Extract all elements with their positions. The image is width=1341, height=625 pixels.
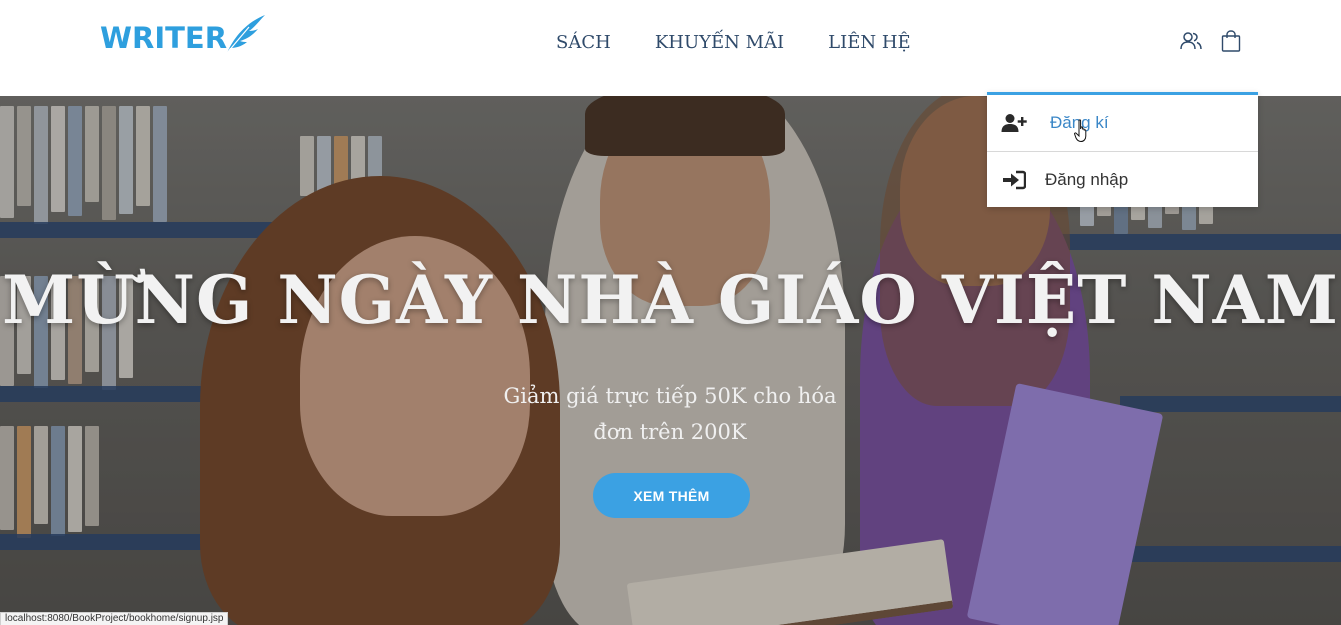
nav-item-books[interactable]: SÁCH: [556, 32, 611, 53]
user-plus-icon: [1001, 112, 1027, 134]
logo-text: WRITER: [100, 21, 228, 55]
shopping-bag-icon[interactable]: [1218, 28, 1244, 54]
browser-status-bar: localhost:8080/BookProject/bookhome/sign…: [0, 612, 229, 625]
dropdown-item-label: Đăng nhập: [1045, 169, 1129, 189]
header-actions: [1178, 28, 1244, 54]
account-dropdown: Đăng kí Đăng nhập: [987, 92, 1258, 207]
nav-item-promotions[interactable]: KHUYẾN MÃI: [655, 32, 784, 53]
main-nav: SÁCH KHUYẾN MÃI LIÊN HỆ: [556, 32, 911, 53]
nav-item-contact[interactable]: LIÊN HỆ: [828, 32, 911, 53]
brand-logo[interactable]: WRITER: [100, 14, 267, 62]
user-icon[interactable]: [1178, 28, 1204, 54]
dropdown-item-login[interactable]: Đăng nhập: [987, 151, 1258, 207]
dropdown-item-signup[interactable]: Đăng kí: [987, 95, 1258, 151]
hero-title: MỪNG NGÀY NHÀ GIÁO VIỆT NAM: [2, 261, 1339, 339]
sign-in-icon: [1001, 169, 1027, 191]
hand-cursor-icon: [1074, 119, 1090, 148]
feather-icon: [223, 11, 267, 60]
see-more-button[interactable]: XEM THÊM: [593, 473, 750, 518]
site-header: WRITER SÁCH KHUYẾN MÃI LIÊN HỆ: [0, 0, 1341, 96]
hero-subtitle: Giảm giá trực tiếp 50K cho hóa đơn trên …: [503, 384, 837, 444]
